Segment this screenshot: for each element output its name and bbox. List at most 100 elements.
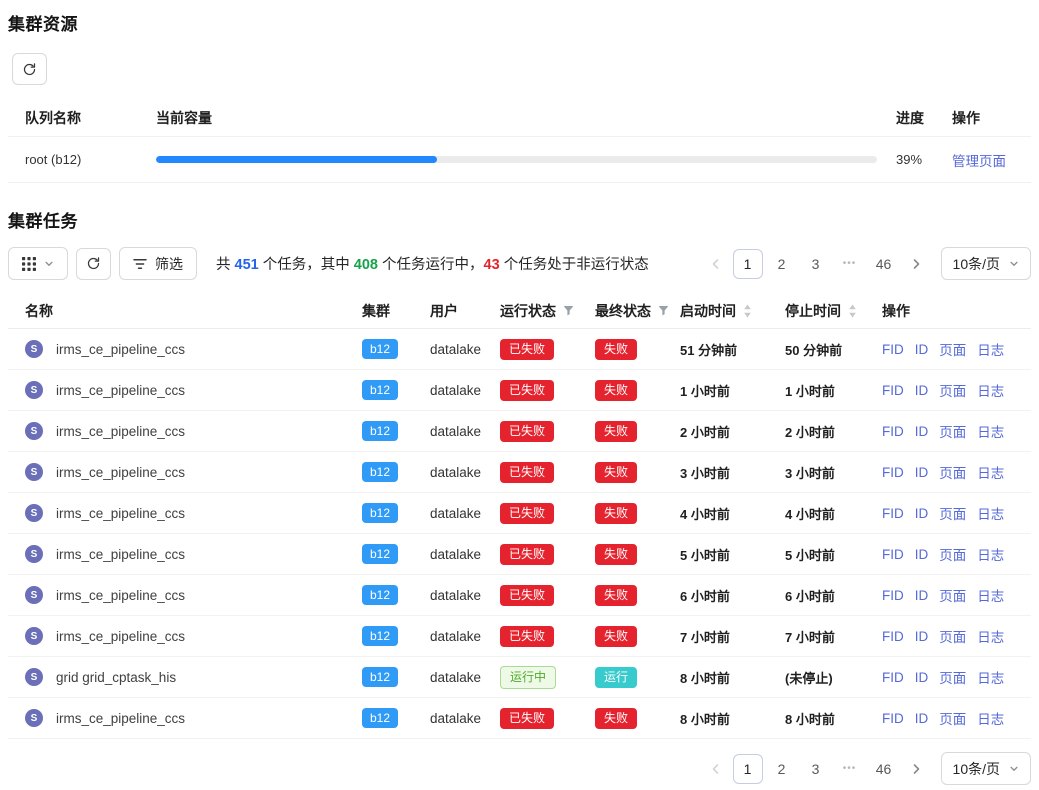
action-link-页面[interactable]: 页面: [939, 544, 966, 564]
pagination-page-1[interactable]: 1: [733, 249, 763, 279]
name-cell: S irms_ce_pipeline_ccs: [8, 381, 354, 399]
sort-icon[interactable]: [743, 304, 752, 318]
pagination-page-1[interactable]: 1: [733, 754, 763, 784]
pagination-ellipsis[interactable]: •••: [835, 249, 865, 279]
pagination-page-3[interactable]: 3: [801, 249, 831, 279]
cluster-cell: b12: [354, 380, 422, 400]
action-link-日志[interactable]: 日志: [977, 585, 1004, 605]
pagination-page-2[interactable]: 2: [767, 249, 797, 279]
action-link-fid[interactable]: FID: [882, 547, 904, 562]
action-link-页面[interactable]: 页面: [939, 462, 966, 482]
start-time: 2 小时前: [672, 422, 777, 441]
name-cell: S irms_ce_pipeline_ccs: [8, 627, 354, 645]
action-link-日志[interactable]: 日志: [977, 380, 1004, 400]
task-name: grid grid_cptask_his: [56, 670, 176, 685]
column-header-run-status: 运行状态: [492, 301, 587, 321]
action-link-fid[interactable]: FID: [882, 465, 904, 480]
stop-time: 7 小时前: [777, 627, 874, 646]
action-link-日志[interactable]: 日志: [977, 462, 1004, 482]
action-link-id[interactable]: ID: [915, 383, 929, 398]
pagination-prev-icon[interactable]: [703, 754, 729, 784]
action-link-页面[interactable]: 页面: [939, 626, 966, 646]
run-status-badge: 已失败: [500, 421, 554, 442]
action-link-id[interactable]: ID: [915, 670, 929, 685]
action-link-id[interactable]: ID: [915, 424, 929, 439]
action-link-页面[interactable]: 页面: [939, 380, 966, 400]
action-link-页面[interactable]: 页面: [939, 667, 966, 687]
action-link-id[interactable]: ID: [915, 342, 929, 357]
cluster-cell: b12: [354, 585, 422, 605]
table-row: S irms_ce_pipeline_ccs b12 datalake 已失败 …: [8, 411, 1031, 452]
pagination-page-3[interactable]: 3: [801, 754, 831, 784]
task-user: datalake: [422, 465, 492, 480]
cluster-tag: b12: [362, 339, 398, 359]
layout-dropdown-button[interactable]: [8, 247, 68, 280]
pagination-page-46[interactable]: 46: [869, 249, 899, 279]
action-link-日志[interactable]: 日志: [977, 667, 1004, 687]
action-link-id[interactable]: ID: [915, 588, 929, 603]
action-link-id[interactable]: ID: [915, 711, 929, 726]
action-link-fid[interactable]: FID: [882, 670, 904, 685]
task-name: irms_ce_pipeline_ccs: [56, 506, 185, 521]
stop-time: 2 小时前: [777, 422, 874, 441]
action-link-页面[interactable]: 页面: [939, 421, 966, 441]
cluster-cell: b12: [354, 708, 422, 728]
pagination-prev-icon[interactable]: [703, 249, 729, 279]
action-link-页面[interactable]: 页面: [939, 503, 966, 523]
filter-funnel-icon[interactable]: [658, 305, 669, 316]
pagination-page-2[interactable]: 2: [767, 754, 797, 784]
spark-avatar-icon: S: [25, 463, 43, 481]
task-actions: FID ID 页面日志: [874, 380, 1031, 400]
action-link-id[interactable]: ID: [915, 629, 929, 644]
action-link-fid[interactable]: FID: [882, 506, 904, 521]
pagination-page-46[interactable]: 46: [869, 754, 899, 784]
column-label: 运行状态: [500, 301, 556, 321]
page-size-select[interactable]: 10条/页: [941, 247, 1031, 280]
final-status-cell: 失败: [587, 503, 672, 524]
task-user: datalake: [422, 383, 492, 398]
page-size-select[interactable]: 10条/页: [941, 752, 1031, 785]
action-link-页面[interactable]: 页面: [939, 708, 966, 728]
column-label: 最终状态: [595, 301, 651, 321]
stop-time: 5 小时前: [777, 545, 874, 564]
filter-button[interactable]: 筛选: [119, 247, 197, 280]
action-link-页面[interactable]: 页面: [939, 339, 966, 359]
resources-refresh-button[interactable]: [12, 53, 47, 85]
action-link-fid[interactable]: FID: [882, 629, 904, 644]
column-header-stop-time[interactable]: 停止时间: [777, 301, 874, 321]
cluster-cell: b12: [354, 667, 422, 687]
cluster-tag: b12: [362, 380, 398, 400]
action-link-id[interactable]: ID: [915, 465, 929, 480]
filter-funnel-icon[interactable]: [563, 305, 574, 316]
action-link-日志[interactable]: 日志: [977, 544, 1004, 564]
action-link-日志[interactable]: 日志: [977, 626, 1004, 646]
column-header-start-time[interactable]: 启动时间: [672, 301, 777, 321]
action-link-日志[interactable]: 日志: [977, 708, 1004, 728]
cluster-cell: b12: [354, 339, 422, 359]
action-link-id[interactable]: ID: [915, 547, 929, 562]
tasks-title: 集群任务: [8, 207, 1031, 232]
action-link-日志[interactable]: 日志: [977, 339, 1004, 359]
action-link-日志[interactable]: 日志: [977, 421, 1004, 441]
tasks-refresh-button[interactable]: [76, 248, 111, 280]
pagination-next-icon[interactable]: [903, 249, 929, 279]
action-link-fid[interactable]: FID: [882, 588, 904, 603]
sort-icon[interactable]: [848, 304, 857, 318]
action-link-fid[interactable]: FID: [882, 711, 904, 726]
cluster-tag: b12: [362, 708, 398, 728]
run-status-cell: 已失败: [492, 626, 587, 647]
action-link-fid[interactable]: FID: [882, 383, 904, 398]
pagination-next-icon[interactable]: [903, 754, 929, 784]
name-cell: S irms_ce_pipeline_ccs: [8, 545, 354, 563]
manage-page-link[interactable]: 管理页面: [952, 150, 1006, 170]
task-actions: FID ID 页面日志: [874, 462, 1031, 482]
final-status-cell: 失败: [587, 421, 672, 442]
spark-avatar-icon: S: [25, 340, 43, 358]
action-link-id[interactable]: ID: [915, 506, 929, 521]
action-link-页面[interactable]: 页面: [939, 585, 966, 605]
action-link-fid[interactable]: FID: [882, 424, 904, 439]
action-link-日志[interactable]: 日志: [977, 503, 1004, 523]
action-link-fid[interactable]: FID: [882, 342, 904, 357]
final-status-badge: 失败: [595, 626, 637, 647]
pagination-ellipsis[interactable]: •••: [835, 754, 865, 784]
